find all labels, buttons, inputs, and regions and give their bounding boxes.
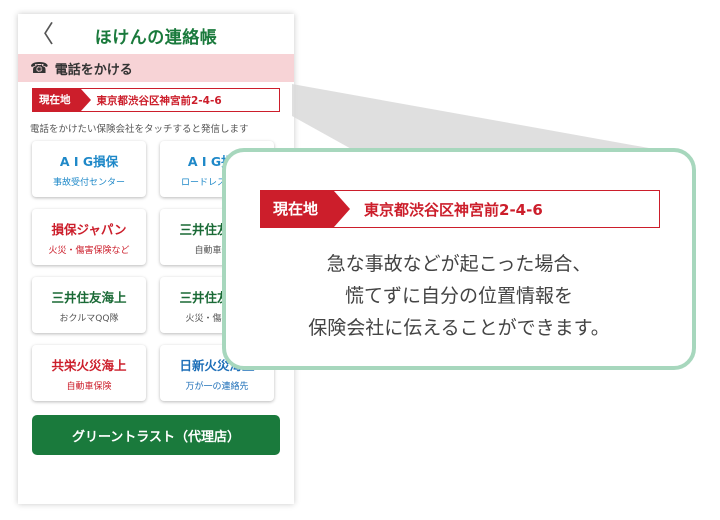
page-title: ほけんの連絡帳	[94, 28, 218, 48]
location-banner-zoomed: 現在地 東京都渋谷区神宮前2-4-6	[260, 190, 660, 228]
phone-icon: ☎	[30, 59, 49, 77]
instruction-text: 電話をかけたい保険会社をタッチすると発信します	[30, 124, 249, 135]
insurer-desc: 事故受付センター	[52, 177, 125, 188]
insurer-name: 三井住友海上	[51, 289, 127, 305]
call-bar-label: 電話をかける	[54, 62, 133, 78]
callout-text: 急な事故などが起こった場合、 慌てずに自分の位置情報を 保険会社に伝えることがで…	[226, 248, 692, 344]
insurer-name: 損保ジャパン	[51, 221, 127, 237]
insurer-card[interactable]: 三井住友海上おクルマQQ隊	[32, 277, 146, 333]
nav-bar: 〈 ほけんの連絡帳	[18, 14, 294, 54]
call-bar: ☎ 電話をかける	[18, 54, 294, 82]
agent-call-button[interactable]: グリーントラスト（代理店）	[32, 415, 280, 455]
location-address: 東京都渋谷区神宮前2-4-6	[96, 94, 222, 107]
callout-line: 急な事故などが起こった場合、	[326, 253, 592, 275]
callout-line: 保険会社に伝えることができます。	[308, 317, 610, 339]
insurer-desc: おクルマQQ隊	[59, 313, 119, 324]
insurer-card[interactable]: 共栄火災海上自動車保険	[32, 345, 146, 401]
insurer-desc: 火災・傷害保険など	[48, 245, 130, 256]
location-label-zoomed: 現在地	[261, 191, 351, 227]
insurer-card[interactable]: 損保ジャパン火災・傷害保険など	[32, 209, 146, 265]
callout-line: 慌てずに自分の位置情報を	[344, 285, 573, 307]
location-label: 現在地	[33, 89, 90, 111]
location-wrap: 現在地 東京都渋谷区神宮前2-4-6	[18, 82, 294, 112]
insurer-desc: 万が一の連絡先	[185, 381, 249, 392]
insurer-desc: 自動車保険	[66, 381, 112, 392]
location-banner: 現在地 東京都渋谷区神宮前2-4-6	[32, 88, 280, 112]
insurer-card[interactable]: A I G損保事故受付センター	[32, 141, 146, 197]
location-address-zoomed: 東京都渋谷区神宮前2-4-6	[364, 200, 543, 219]
callout-panel: 現在地 東京都渋谷区神宮前2-4-6 急な事故などが起こった場合、 慌てずに自分…	[222, 148, 696, 370]
insurer-name: 共栄火災海上	[51, 357, 127, 373]
insurer-name: A I G損保	[59, 153, 119, 169]
